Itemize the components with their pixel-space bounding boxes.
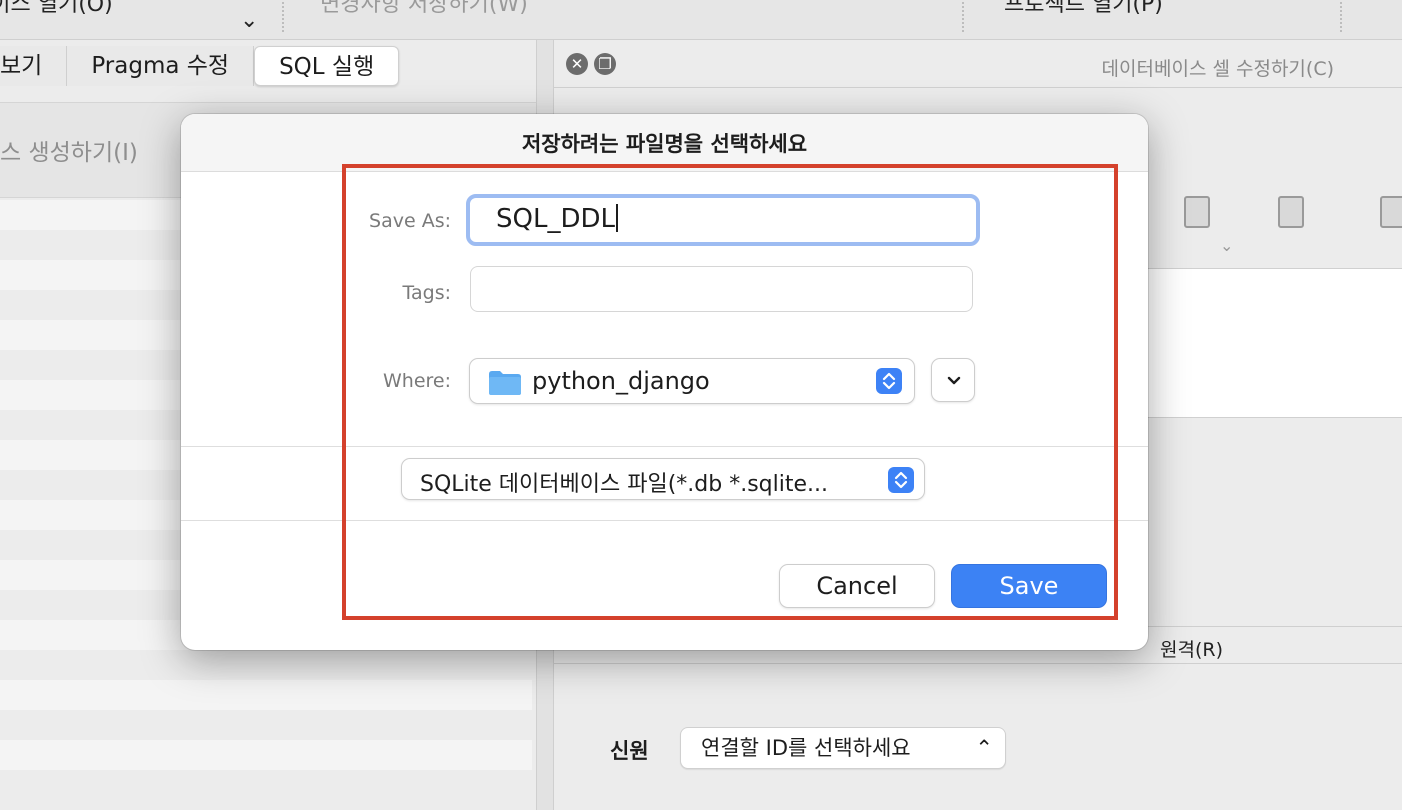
set-null-icon[interactable] xyxy=(1380,196,1402,228)
dialog-title: 저장하려는 파일명을 선택하세요 xyxy=(521,132,808,156)
toolbar-separator xyxy=(1340,2,1342,32)
float-icon[interactable]: ❐ xyxy=(594,53,616,75)
tab-bar: 보기 Pragma 수정 SQL 실행 xyxy=(0,46,400,86)
annotation-highlight-box xyxy=(342,164,1118,620)
write-changes-button[interactable]: 변경사항 저장하기(W) xyxy=(320,0,528,18)
tab-browse[interactable]: 보기 xyxy=(0,46,68,86)
export-icon[interactable] xyxy=(1278,196,1304,228)
identity-label: 신원 xyxy=(610,739,649,763)
list-item[interactable] xyxy=(0,740,532,770)
chevron-down-icon[interactable]: ⌄ xyxy=(240,8,258,33)
chevron-down-icon[interactable]: ⌄ xyxy=(1220,236,1233,255)
identity-select-value: 연결할 ID를 선택하세요 xyxy=(701,736,911,760)
toolbar-separator xyxy=(282,2,284,32)
list-item[interactable] xyxy=(0,650,532,680)
tab-execute-sql[interactable]: SQL 실행 xyxy=(254,46,400,86)
edit-cell-title: 데이터베이스 셀 수정하기(C) xyxy=(1101,58,1334,80)
main-toolbar: 베이스 열기(O) ⌄ 변경사항 저장하기(W) 프로젝트 열기(P) xyxy=(0,0,1402,40)
create-index-button[interactable]: 스 생성하기(I) xyxy=(0,133,138,167)
identity-select[interactable]: 연결할 ID를 선택하세요 ⌃ xyxy=(680,727,1006,769)
list-item[interactable] xyxy=(0,770,532,800)
remote-title: 원격(R) xyxy=(1160,639,1223,661)
import-icon[interactable] xyxy=(1184,196,1210,228)
remote-panel: 신원 연결할 ID를 선택하세요 ⌃ xyxy=(554,665,1402,810)
close-icon[interactable]: ✕ xyxy=(566,53,588,75)
up-down-icon: ⌃ xyxy=(975,736,993,760)
cell-editor[interactable] xyxy=(1144,268,1402,418)
list-item[interactable] xyxy=(0,710,532,740)
open-project-button[interactable]: 프로젝트 열기(P) xyxy=(1004,0,1163,18)
list-item[interactable] xyxy=(0,680,532,710)
edit-cell-header: ✕ ❐ 데이터베이스 셀 수정하기(C) xyxy=(554,40,1402,88)
toolbar-separator xyxy=(962,2,964,32)
open-database-button[interactable]: 베이스 열기(O) xyxy=(0,0,113,18)
tab-edit-pragmas[interactable]: Pragma 수정 xyxy=(67,46,255,86)
